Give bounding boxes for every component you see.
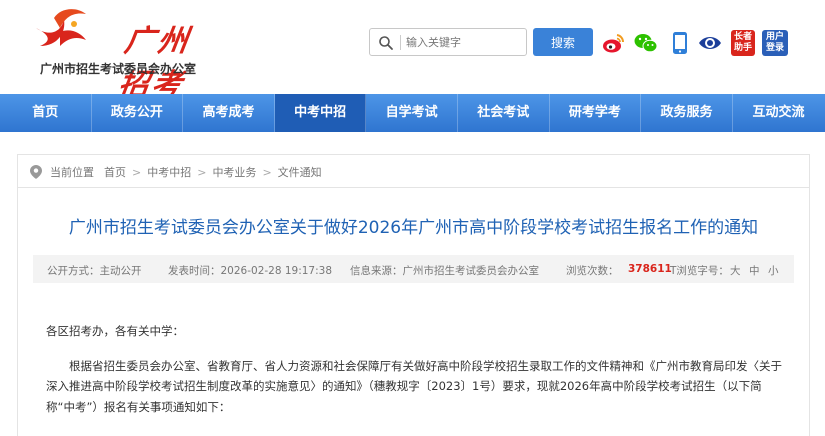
- font-size-large[interactable]: 大: [730, 263, 741, 278]
- nav-item-postgrad[interactable]: 研考学考: [550, 94, 642, 132]
- breadcrumb-separator: >: [197, 165, 207, 179]
- eye-icon[interactable]: [697, 30, 723, 56]
- site-logo[interactable]: 广州招考: [30, 6, 220, 103]
- nav-item-home[interactable]: 首页: [0, 94, 92, 132]
- article-paragraph: 根据省招生委员会办公室、省教育厅、省人力资源和社会保障厅有关做好高中阶段学校招生…: [46, 358, 782, 414]
- breadcrumb-file-notice[interactable]: 文件通知: [278, 164, 322, 180]
- search-icon: [379, 36, 393, 50]
- meta-views-label: 浏览次数：: [566, 265, 619, 277]
- meta-publish-time: 发表时间：2026-02-28 19:17:38: [168, 265, 333, 277]
- breadcrumb-zhongkao-business[interactable]: 中考业务: [212, 164, 256, 180]
- search-input[interactable]: [406, 32, 522, 52]
- search-divider: [400, 35, 401, 50]
- article-salutation: 各区招考办，各有关中学：: [46, 324, 184, 338]
- meta-disclosure: 公开方式：主动公开: [47, 265, 142, 277]
- breadcrumb-separator: >: [132, 165, 142, 179]
- nav-item-services[interactable]: 政务服务: [641, 94, 733, 132]
- nav-item-self-study[interactable]: 自学考试: [366, 94, 458, 132]
- wechat-icon[interactable]: [633, 30, 659, 56]
- nav-item-government-affairs[interactable]: 政务公开: [92, 94, 184, 132]
- logo-mark-icon: [36, 9, 86, 46]
- meta-views-count: 378611: [628, 263, 672, 275]
- location-pin-icon: [30, 165, 42, 179]
- nav-item-gaokao[interactable]: 高考成考: [183, 94, 275, 132]
- breadcrumb-divider: [18, 187, 809, 188]
- article-body: 各区招考办，各有关中学： 根据省招生委员会办公室、省教育厅、省人力资源和社会保障…: [46, 321, 786, 417]
- elder-assistant-label: 长者助手: [731, 30, 755, 56]
- meta-source: 信息来源：广州市招生考试委员会办公室: [350, 265, 539, 277]
- main-nav: 首页 政务公开 高考成考 中考中招 自学考试 社会考试 研考学考 政务服务 互动…: [0, 94, 825, 132]
- meta-font-size-label: T浏览字号：: [670, 265, 729, 277]
- user-login-button[interactable]: 用户登录: [762, 30, 788, 56]
- article-meta-bar: 公开方式：主动公开 发表时间：2026-02-28 19:17:38 信息来源：…: [33, 255, 794, 283]
- font-size-small[interactable]: 小: [768, 263, 779, 278]
- search-button[interactable]: 搜索: [533, 28, 593, 56]
- breadcrumb-label: 当前位置: [50, 166, 94, 179]
- search-box: [369, 28, 527, 56]
- breadcrumb: 当前位置 首页 > 中考中招 > 中考业务 > 文件通知: [30, 164, 328, 180]
- breadcrumb-separator: >: [262, 165, 272, 179]
- font-size-medium[interactable]: 中: [749, 263, 760, 278]
- weibo-icon[interactable]: [600, 30, 626, 56]
- nav-item-zhongkao[interactable]: 中考中招: [274, 94, 367, 132]
- org-name: 广州市招生考试委员会办公室: [40, 62, 197, 76]
- breadcrumb-home[interactable]: 首页: [104, 164, 126, 180]
- site-header: 广州招考 广州市招生考试委员会办公室 搜索: [0, 0, 825, 103]
- user-login-label: 用户登录: [762, 30, 788, 56]
- nav-item-social-exam[interactable]: 社会考试: [458, 94, 550, 132]
- article-container: 当前位置 首页 > 中考中招 > 中考业务 > 文件通知 广州市招生考试委员会办…: [17, 154, 810, 436]
- article-title: 广州市招生考试委员会办公室关于做好2026年广州市高中阶段学校考试招生报名工作的…: [68, 218, 759, 238]
- mobile-icon[interactable]: [667, 30, 693, 56]
- elder-assistant-button[interactable]: 长者助手: [731, 30, 755, 56]
- breadcrumb-zhongkao[interactable]: 中考中招: [147, 164, 191, 180]
- nav-item-interaction[interactable]: 互动交流: [733, 94, 825, 132]
